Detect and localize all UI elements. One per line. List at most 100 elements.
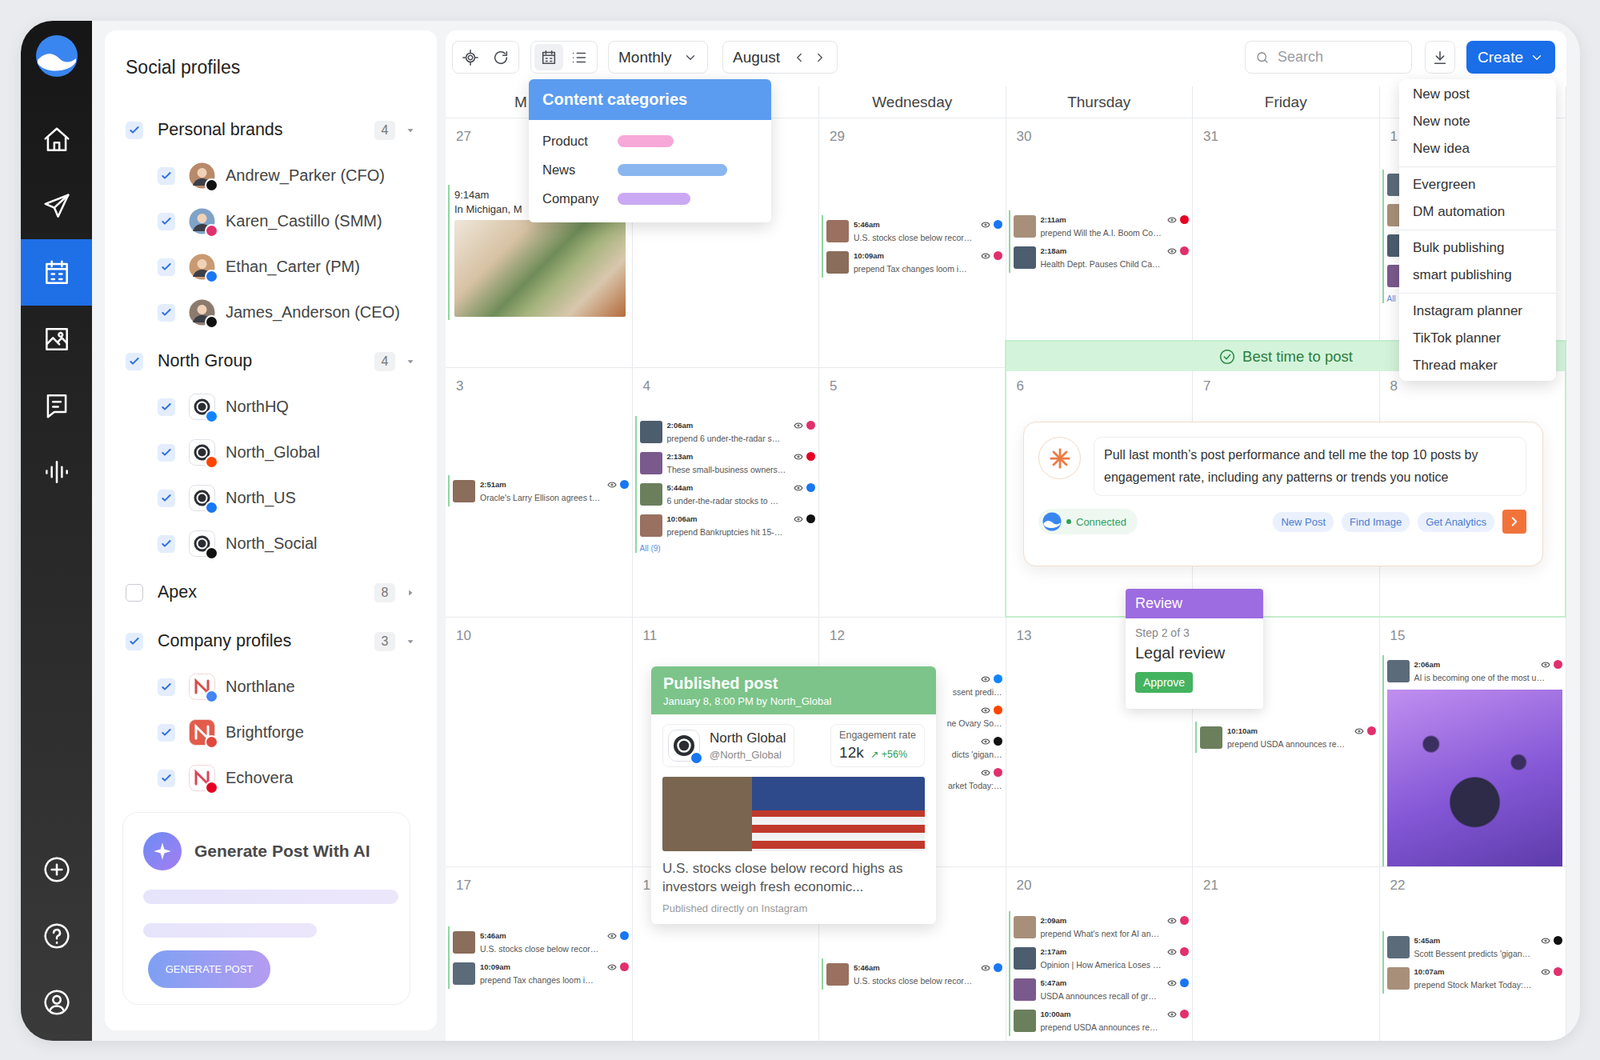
- caret-icon[interactable]: [404, 124, 416, 136]
- scheduled-post[interactable]: 10:10amprepend USDA announces re…: [1200, 721, 1376, 753]
- group-row[interactable]: Personal brands4: [125, 107, 421, 153]
- scheduled-post[interactable]: 5:45amScott Bessent predicts 'gigan…: [1387, 931, 1564, 963]
- profile-checkbox[interactable]: [157, 212, 176, 231]
- nav-item[interactable]: [20, 438, 92, 505]
- approve-button[interactable]: Approve: [1135, 672, 1193, 693]
- profile-checkbox[interactable]: [157, 304, 176, 322]
- scheduled-post[interactable]: 2:06amAI is becoming one of the most u…: [1387, 655, 1564, 868]
- day-cell[interactable]: 42:06amprepend 6 under-the-radar s…2:13a…: [632, 368, 820, 618]
- nav-item[interactable]: [20, 372, 92, 439]
- scheduled-post[interactable]: 2:09amprepend What's next for AI an…: [1013, 911, 1190, 943]
- search-input[interactable]: [1277, 48, 1402, 66]
- download-button[interactable]: [1424, 40, 1456, 74]
- day-cell[interactable]: 175:46amU.S. stocks close below recor…10…: [445, 867, 633, 1041]
- menu-item[interactable]: New idea: [1399, 135, 1556, 163]
- settings-button[interactable]: [456, 44, 485, 71]
- profile-checkbox[interactable]: [157, 258, 176, 276]
- day-cell[interactable]: 31: [1192, 118, 1380, 368]
- scheduled-post[interactable]: 2:06amprepend 6 under-the-radar s…: [640, 416, 816, 448]
- nav-item[interactable]: [20, 239, 92, 306]
- profile-checkbox[interactable]: [157, 678, 176, 696]
- scheduled-post[interactable]: 10:09amprepend Tax changes loom i…: [826, 246, 1003, 278]
- chevron-left-icon[interactable]: [792, 50, 807, 65]
- day-cell[interactable]: 32:51amOracle's Larry Ellison agrees t…: [445, 368, 633, 618]
- scheduled-post[interactable]: 2:17amOpinion | How America Loses …: [1013, 942, 1190, 974]
- scheduled-post[interactable]: 5:46amU.S. stocks close below recor…: [452, 926, 629, 958]
- menu-item[interactable]: Instagram planner: [1399, 297, 1556, 325]
- send-button[interactable]: [1502, 509, 1527, 534]
- refresh-button[interactable]: [486, 44, 516, 71]
- group-row[interactable]: North Group4: [125, 338, 421, 384]
- scheduled-post[interactable]: 5:46amU.S. stocks close below recor…: [826, 215, 1003, 247]
- scheduled-post[interactable]: 2:18amHealth Dept. Pauses Child Ca…: [1013, 241, 1190, 273]
- view-button[interactable]: [534, 44, 564, 71]
- show-all-link[interactable]: All (9): [640, 544, 816, 553]
- profile-row[interactable]: North_Global: [125, 429, 421, 476]
- profile-checkbox[interactable]: [157, 489, 176, 508]
- nav-item[interactable]: [20, 172, 92, 240]
- group-checkbox[interactable]: [125, 584, 144, 602]
- group-checkbox[interactable]: [125, 121, 144, 140]
- profile-checkbox[interactable]: [157, 444, 176, 462]
- caret-icon[interactable]: [404, 587, 416, 599]
- day-cell[interactable]: 302:11amprepend Will the A.I. Boom Co…2:…: [1006, 118, 1194, 368]
- category-row[interactable]: Product: [542, 126, 758, 156]
- app-logo-icon[interactable]: [35, 34, 79, 78]
- profile-checkbox[interactable]: [157, 398, 176, 416]
- group-row[interactable]: Apex8: [125, 569, 421, 616]
- profile-row[interactable]: Northlane: [125, 664, 421, 710]
- view-mode-select[interactable]: Monthly: [608, 40, 708, 74]
- menu-item[interactable]: smart publishing: [1399, 261, 1556, 289]
- nav-item[interactable]: [20, 836, 92, 903]
- scheduled-post[interactable]: 2:51amOracle's Larry Ellison agrees t…: [452, 475, 629, 507]
- profile-row[interactable]: James_Anderson (CEO): [125, 289, 421, 336]
- category-row[interactable]: Company: [542, 184, 758, 213]
- menu-item[interactable]: New note: [1399, 108, 1556, 136]
- scheduled-post[interactable]: 2:13amThese small-business owners…: [640, 447, 816, 479]
- profile-row[interactable]: NorthHQ: [125, 384, 421, 430]
- generate-post-button[interactable]: GENERATE POST: [148, 950, 271, 988]
- menu-item[interactable]: New post: [1399, 80, 1556, 108]
- menu-item[interactable]: Evergreen: [1399, 171, 1556, 199]
- view-button[interactable]: [564, 44, 594, 71]
- profile-row[interactable]: Karen_Castillo (SMM): [125, 198, 421, 244]
- profile-row[interactable]: North_US: [125, 475, 421, 521]
- group-row[interactable]: Company profiles3: [125, 618, 421, 664]
- profile-row[interactable]: Brightforge: [125, 709, 421, 756]
- day-cell[interactable]: 295:46amU.S. stocks close below recor…10…: [819, 118, 1007, 368]
- caret-icon[interactable]: [404, 636, 416, 648]
- profile-row[interactable]: Ethan_Carter (PM): [125, 244, 421, 290]
- scheduled-post[interactable]: 5:44am6 under-the-radar stocks to …: [640, 478, 816, 510]
- action-chip[interactable]: Get Analytics: [1417, 512, 1495, 532]
- profile-checkbox[interactable]: [157, 769, 176, 788]
- create-button[interactable]: Create: [1466, 40, 1556, 74]
- nav-item[interactable]: [20, 305, 92, 372]
- chevron-right-icon[interactable]: [812, 50, 828, 65]
- day-cell[interactable]: 10: [445, 617, 633, 868]
- scheduled-post[interactable]: 10:09amprepend Tax changes loom i…: [452, 957, 629, 989]
- day-cell[interactable]: 5: [819, 368, 1007, 618]
- category-row[interactable]: News: [542, 155, 758, 184]
- nav-item[interactable]: [20, 902, 92, 969]
- menu-item[interactable]: Thread maker: [1399, 352, 1556, 380]
- profile-checkbox[interactable]: [157, 535, 176, 553]
- scheduled-post[interactable]: 5:47amUSDA announces recall of gr…: [1013, 973, 1190, 1005]
- menu-item[interactable]: Bulk publishing: [1399, 234, 1556, 262]
- profile-row[interactable]: Echovera: [125, 755, 421, 801]
- caret-icon[interactable]: [404, 356, 416, 368]
- scheduled-post[interactable]: 10:07amprepend Stock Market Today:…: [1387, 962, 1564, 994]
- nav-item[interactable]: [20, 106, 92, 173]
- day-cell[interactable]: 21: [1192, 867, 1380, 1041]
- profile-row[interactable]: Andrew_Parker (CFO): [125, 152, 421, 199]
- search-field[interactable]: [1244, 40, 1412, 74]
- scheduled-post[interactable]: 10:00amprepend USDA announces re…: [1013, 1004, 1190, 1036]
- day-cell[interactable]: 202:09amprepend What's next for AI an…2:…: [1006, 867, 1194, 1041]
- day-cell[interactable]: 225:45amScott Bessent predicts 'gigan…10…: [1380, 867, 1568, 1041]
- action-chip[interactable]: New Post: [1272, 512, 1334, 532]
- menu-item[interactable]: DM automation: [1399, 198, 1556, 226]
- nav-item[interactable]: [20, 968, 92, 1036]
- prompt-input[interactable]: Pull last month’s post performance and t…: [1093, 436, 1527, 496]
- profile-checkbox[interactable]: [157, 724, 176, 742]
- action-chip[interactable]: Find Image: [1341, 512, 1410, 532]
- profile-row[interactable]: North_Social: [125, 520, 421, 567]
